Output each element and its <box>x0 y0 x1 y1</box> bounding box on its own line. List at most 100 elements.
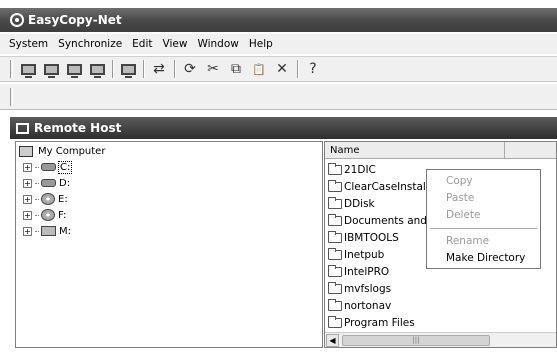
horizontal-scrollbar[interactable]: ◀ ||| <box>325 332 556 347</box>
list-item[interactable]: DDisk <box>328 195 437 212</box>
help-button[interactable]: ? <box>302 58 324 80</box>
tree-root-label: My Computer <box>38 146 106 157</box>
remote-host-header: Remote Host <box>10 117 557 139</box>
my-computer-icon <box>19 146 33 157</box>
list-item[interactable]: 21DIC <box>328 161 437 178</box>
tree-item-e[interactable]: + E: <box>19 191 319 207</box>
item-label: Documents and S <box>344 214 437 227</box>
network-drive-icon <box>41 226 56 236</box>
file-rows: 21DIC ClearCaseInstall DDisk Documents a… <box>328 161 437 331</box>
computer-icon <box>89 63 105 78</box>
folder-icon <box>328 247 342 260</box>
folder-icon <box>328 264 342 277</box>
item-label: Inetpub <box>344 248 385 261</box>
menu-help[interactable]: Help <box>249 38 273 50</box>
toolbar-separator <box>297 60 299 78</box>
paste-icon: 📋 <box>252 62 266 76</box>
scroll-thumb[interactable]: ||| <box>342 335 490 346</box>
folder-icon <box>328 315 342 328</box>
menu-item-copy[interactable]: Copy <box>427 173 540 190</box>
menu-separator <box>430 228 537 229</box>
list-item[interactable]: IntelPRO <box>328 263 437 280</box>
folder-icon <box>328 230 342 243</box>
toolbar-grip[interactable] <box>10 60 13 78</box>
menu-item-rename[interactable]: Rename <box>427 233 540 250</box>
expand-icon[interactable]: + <box>23 210 32 220</box>
tree-item-label: D: <box>59 177 71 189</box>
tree-item-m[interactable]: + M: <box>19 223 319 239</box>
computer-2-button[interactable] <box>40 58 62 80</box>
refresh-icon: ⟳ <box>184 61 196 77</box>
host-button[interactable] <box>117 58 139 80</box>
menu-bar: System Synchronize Edit View Window Help <box>0 34 557 54</box>
copy-icon: ⧉ <box>231 61 241 77</box>
list-item[interactable]: Inetpub <box>328 246 437 263</box>
menu-system[interactable]: System <box>9 38 48 50</box>
hard-drive-icon <box>41 179 56 187</box>
menu-synchronize[interactable]: Synchronize <box>58 38 122 50</box>
expand-icon[interactable]: + <box>23 194 32 204</box>
folder-icon <box>328 162 342 175</box>
list-item[interactable]: Documents and S <box>328 212 437 229</box>
menu-edit[interactable]: Edit <box>132 38 152 50</box>
toolbar-separator <box>143 60 145 78</box>
sync-button[interactable]: ⇄ <box>148 58 170 80</box>
scroll-left-icon[interactable]: ◀ <box>326 334 339 347</box>
tree-item-c[interactable]: + C: <box>19 159 319 175</box>
title-bar: EasyCopy-Net <box>0 8 557 32</box>
computer-3-button[interactable] <box>63 58 85 80</box>
tree-item-label: F: <box>58 209 67 221</box>
expand-icon[interactable]: + <box>23 162 32 172</box>
list-item[interactable]: ClearCaseInstall <box>328 178 437 195</box>
menu-item-delete[interactable]: Delete <box>427 207 540 224</box>
folder-icon <box>328 196 342 209</box>
list-item[interactable]: nortonav <box>328 297 437 314</box>
tree-item-label: C: <box>57 160 73 174</box>
cd-drive-icon <box>41 209 55 221</box>
tree-item-label: E: <box>58 193 68 205</box>
address-bar <box>0 84 557 110</box>
refresh-button[interactable]: ⟳ <box>179 58 201 80</box>
list-item[interactable]: Program Files <box>328 314 437 331</box>
menu-window[interactable]: Window <box>197 38 238 50</box>
expand-icon[interactable]: + <box>23 178 32 188</box>
computer-4-button[interactable] <box>86 58 108 80</box>
delete-icon: ✕ <box>276 61 288 77</box>
help-icon: ? <box>309 61 317 77</box>
item-label: 21DIC <box>344 163 376 176</box>
toolbar: ⇄ ⟳ ✂ ⧉ 📋 ✕ ? <box>0 56 557 82</box>
tree-root[interactable]: My Computer <box>19 144 319 159</box>
item-label: mvfslogs <box>344 282 392 295</box>
item-label: ClearCaseInstall <box>344 180 429 193</box>
tree-item-f[interactable]: + F: <box>19 207 319 223</box>
item-label: Program Files <box>344 316 415 329</box>
cd-drive-icon <box>41 193 55 205</box>
expand-icon[interactable]: + <box>23 226 32 236</box>
item-label: IntelPRO <box>344 265 390 278</box>
menu-item-make-directory[interactable]: Make Directory <box>427 250 540 267</box>
window-title: EasyCopy-Net <box>28 13 122 27</box>
delete-button[interactable]: ✕ <box>271 58 293 80</box>
tree-item-d[interactable]: + D: <box>19 175 319 191</box>
item-label: nortonav <box>344 299 392 312</box>
computer-icon <box>66 63 82 78</box>
name-column-header[interactable]: Name <box>327 142 505 159</box>
sync-icon: ⇄ <box>153 61 165 77</box>
computer-1-button[interactable] <box>17 58 39 80</box>
paste-button[interactable]: 📋 <box>248 58 270 80</box>
context-menu: Copy Paste Delete Rename Make Directory <box>426 169 541 269</box>
copy-button[interactable]: ⧉ <box>225 58 247 80</box>
cut-icon: ✂ <box>207 61 219 77</box>
address-bar-grip[interactable] <box>10 88 13 106</box>
folder-tree[interactable]: My Computer + C: + D: + E: + F: + M: <box>15 141 323 348</box>
list-item[interactable]: mvfslogs <box>328 280 437 297</box>
list-item[interactable]: IBMTOOLS <box>328 229 437 246</box>
cut-button[interactable]: ✂ <box>202 58 224 80</box>
toolbar-separator <box>112 60 114 78</box>
tree-item-label: M: <box>59 225 71 237</box>
menu-item-paste[interactable]: Paste <box>427 190 540 207</box>
panel-title: Remote Host <box>34 121 122 135</box>
computer-icon <box>20 63 36 78</box>
menu-view[interactable]: View <box>163 38 188 50</box>
item-label: IBMTOOLS <box>344 231 399 244</box>
